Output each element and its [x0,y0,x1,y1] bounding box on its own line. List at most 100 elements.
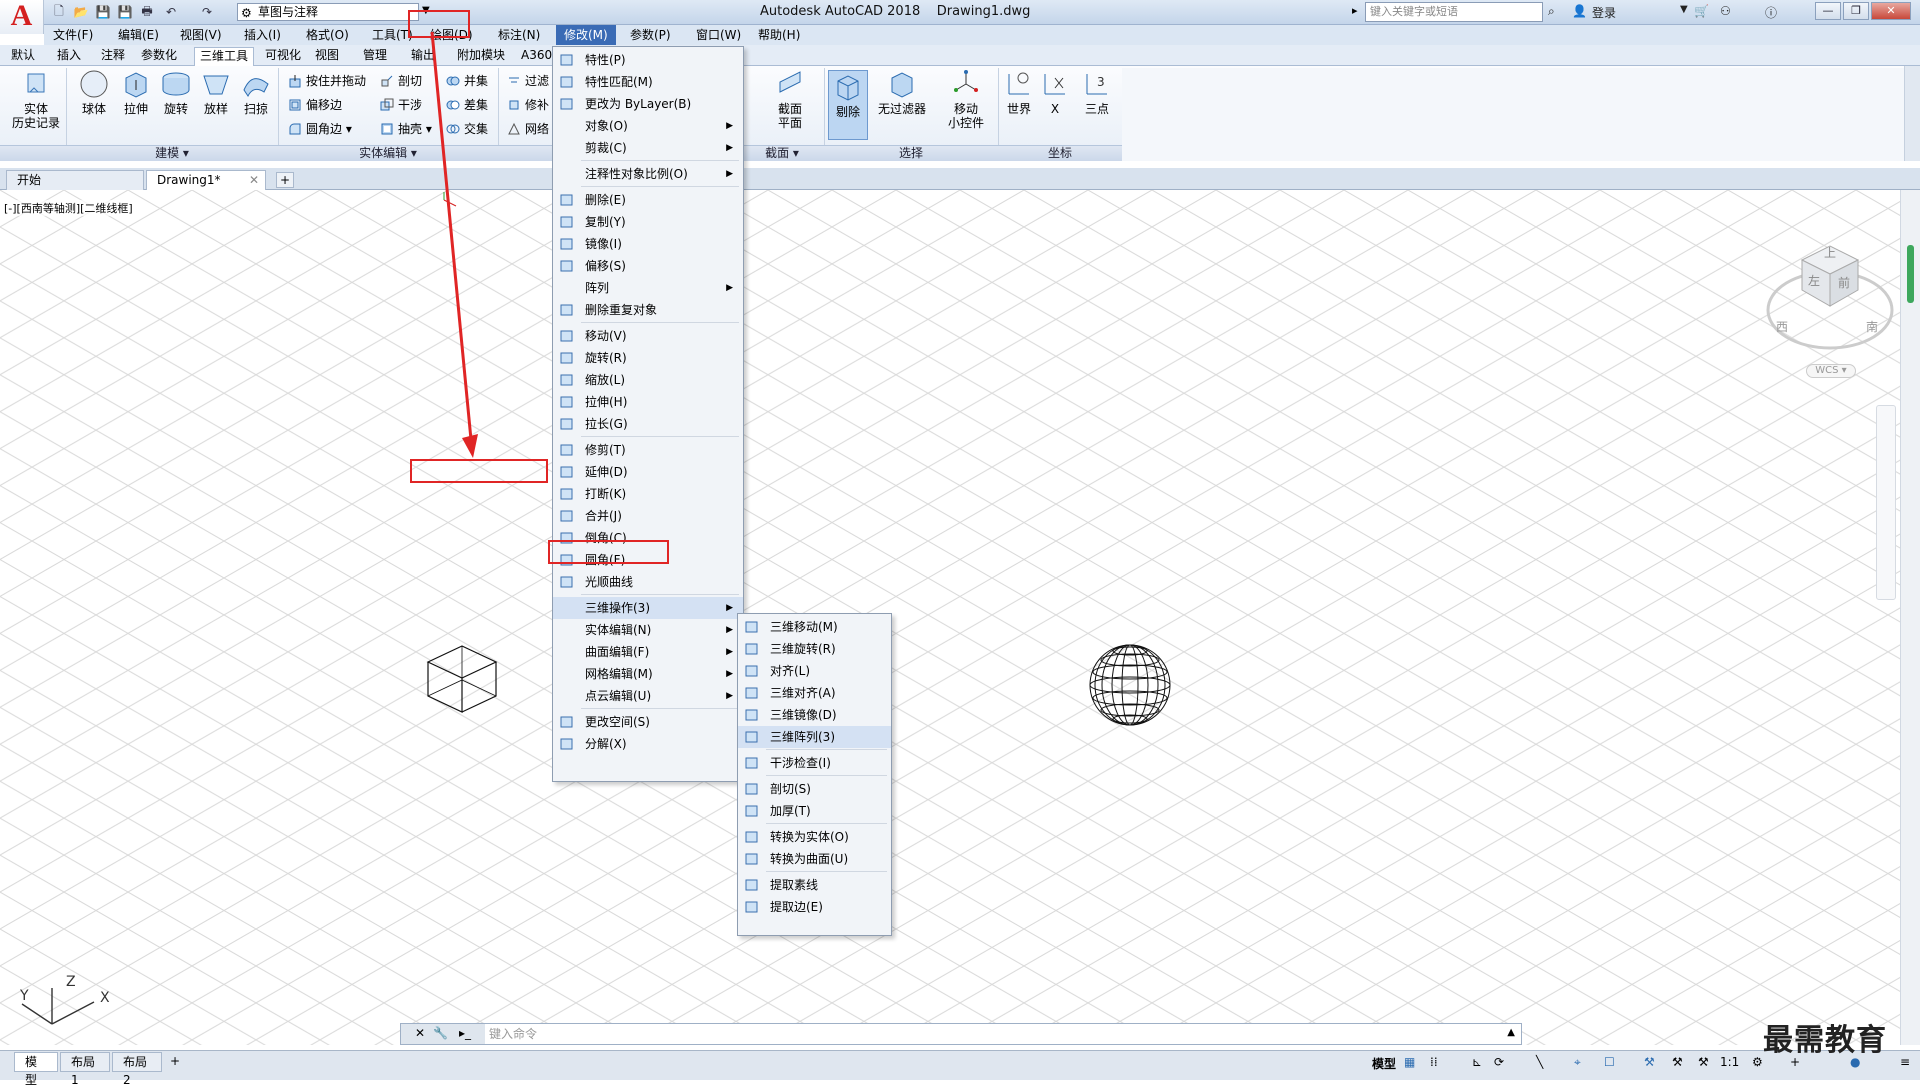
menu-item-align[interactable]: 对齐(L) [738,660,891,682]
login-button[interactable]: 登录 [1592,4,1616,21]
menu-item-offset[interactable]: 偏移(S) [553,255,743,277]
menu-item-submenu-32[interactable]: 网格编辑(M) ▶ [553,663,743,685]
tab-drawing1[interactable]: Drawing1* ✕ [146,170,266,190]
close-command-icon[interactable]: ✕ [415,1026,425,1040]
ribbon-tab-10[interactable]: A360 [516,47,557,66]
wcs-menu[interactable]: WCS ▾ [1806,364,1856,378]
menu-item-stretch[interactable]: 拉伸(H) [553,391,743,413]
wireframe-sphere[interactable] [1085,640,1175,730]
drawing-canvas[interactable] [0,190,1900,1045]
viewcube-front-label[interactable]: 前 [1838,274,1850,291]
ribbon-tab-1[interactable]: 插入 [52,47,86,66]
loft-button[interactable]: 放样 [196,68,236,116]
connect-icon[interactable]: ⚇ [1720,4,1731,18]
ortho-icon[interactable]: ⊾ [1472,1055,1482,1069]
menu-item-break[interactable]: 打断(K) [553,483,743,505]
ucs-x-button[interactable]: X [1038,68,1072,116]
menu-item-0[interactable]: 文件(F) [45,25,101,45]
command-history-icon[interactable]: ▲ [1507,1027,1515,1038]
user-icon[interactable]: 👤 [1572,4,1587,18]
menu-item-submenu-29[interactable]: 三维操作(3) ▶ [553,597,743,619]
menu-item-8[interactable]: 修改(M) [556,25,616,45]
workspace-select[interactable]: ⚙ 草图与注释 [237,3,419,21]
patch-button[interactable]: 修补 [505,96,549,114]
menu-item-11[interactable]: 帮助(H) [750,25,808,45]
presspull-button[interactable]: 按住并拖动 [286,72,366,90]
annotation-autoscale-icon[interactable]: ⚒ [1672,1055,1683,1069]
sweep-button[interactable]: 扫掠 [236,68,276,116]
annotation-scale-icon[interactable]: ⚒ [1698,1055,1709,1069]
slice-button[interactable]: 剖切 [378,72,422,90]
menu-item-lengthen[interactable]: 拉长(G) [553,413,743,435]
menu-item-3dmirror[interactable]: 三维镜像(D) [738,704,891,726]
filter-button[interactable]: 过滤 [505,72,549,90]
menu-item-move[interactable]: 移动(V) [553,325,743,347]
menu-item-mirror[interactable]: 镜像(I) [553,233,743,255]
menu-item-4[interactable]: 格式(O) [298,25,357,45]
menu-item-erase[interactable]: 删除(E) [553,189,743,211]
navigation-bar[interactable] [1876,405,1896,600]
viewcube-top-label[interactable]: 上 [1824,244,1836,261]
workspace-switch-icon[interactable]: ⚙ [1752,1055,1763,1069]
menu-item-submenu-33[interactable]: 点云编辑(U) ▶ [553,685,743,707]
menu-item-7[interactable]: 标注(N) [490,25,548,45]
menu-item-change-space[interactable]: 更改空间(S) [553,711,743,733]
help-icon[interactable]: ⓘ [1765,4,1777,21]
menu-item-convtosurface[interactable]: 转换为曲面(U) [738,848,891,870]
open-file-icon[interactable]: 📂 [72,3,90,21]
modeling-panel-title[interactable]: 建模 ▾ [66,145,278,161]
ucs-world-button[interactable]: 世界 [1002,68,1036,116]
minimize-button[interactable]: — [1815,2,1841,20]
maximize-button[interactable]: ❐ [1843,2,1869,20]
ucs-3point-button[interactable]: 3 三点 [1080,68,1114,116]
ribbon-tab-4[interactable]: 三维工具 [194,47,255,66]
search-expand-icon[interactable]: ▸ [1352,4,1358,17]
menu-item-3[interactable]: 插入(I) [236,25,289,45]
osnap-icon[interactable]: ⌖ [1574,1055,1581,1070]
tab-start[interactable]: 开始 [6,170,144,190]
viewcube-west-label[interactable]: 西 [1776,318,1788,335]
menu-item-10[interactable]: 窗口(W) [688,25,749,45]
menu-item-submenu-31[interactable]: 曲面编辑(F) ▶ [553,641,743,663]
menu-item-properties[interactable]: 特性(P) [553,49,743,71]
new-file-icon[interactable]: 🗋 [50,3,68,21]
ribbon-tab-6[interactable]: 视图 [310,47,344,66]
ribbon-tab-3[interactable]: 参数化 [136,47,182,66]
revolve-button[interactable]: 旋转 [156,68,196,116]
interfere-button[interactable]: 干涉 [378,96,422,114]
menu-item-3drotate[interactable]: 三维旋转(R) [738,638,891,660]
tab-model[interactable]: 模型 [14,1052,58,1087]
ribbon-tab-2[interactable]: 注释 [96,47,130,66]
solid-history-button[interactable]: 实体 历史记录 [8,68,64,130]
menu-item-thicken[interactable]: 加厚(T) [738,800,891,822]
offset-edge-button[interactable]: 偏移边 [286,96,342,114]
viewcube-left-label[interactable]: 左 [1808,272,1820,289]
menu-item-9[interactable]: 参数(P) [622,25,679,45]
menu-item-interfere[interactable]: 干涉检查(I) [738,752,891,774]
menu-item-explode[interactable]: 分解(X) [553,733,743,755]
menu-item-3dmove[interactable]: 三维移动(M) [738,616,891,638]
app-logo-button[interactable]: A [0,0,44,34]
isodraft-icon[interactable]: ╲ [1536,1055,1543,1069]
menu-item-extend[interactable]: 延伸(D) [553,461,743,483]
wireframe-box[interactable] [420,640,500,720]
close-button[interactable]: ✕ [1871,2,1911,20]
menu-item-trim[interactable]: 修剪(T) [553,439,743,461]
ribbon-tab-7[interactable]: 管理 [358,47,392,66]
menu-item-blend[interactable]: 光顺曲线 [553,571,743,593]
ribbon-tab-5[interactable]: 可视化 [260,47,306,66]
save-as-icon[interactable]: 💾 [116,3,134,21]
command-input[interactable]: 键入命令 [489,1026,537,1042]
print-icon[interactable]: 🖶 [138,3,156,21]
snap-icon[interactable]: ⁞⁞ [1430,1055,1438,1069]
menu-item-1[interactable]: 编辑(E) [110,25,167,45]
no-filter-button[interactable]: 无过滤器 [872,68,932,116]
menu-item-3dalign[interactable]: 三维对齐(A) [738,682,891,704]
menu-item-rotate[interactable]: 旋转(R) [553,347,743,369]
new-tab-button[interactable]: + [276,172,294,188]
menu-item-submenu-4[interactable]: 剪裁(C) ▶ [553,137,743,159]
menu-item-convtosolid[interactable]: 转换为实体(O) [738,826,891,848]
model-space-toggle[interactable]: 模型 [1372,1055,1396,1072]
menu-item-3darray[interactable]: 三维阵列(3) [738,726,891,748]
menu-item-scale[interactable]: 缩放(L) [553,369,743,391]
